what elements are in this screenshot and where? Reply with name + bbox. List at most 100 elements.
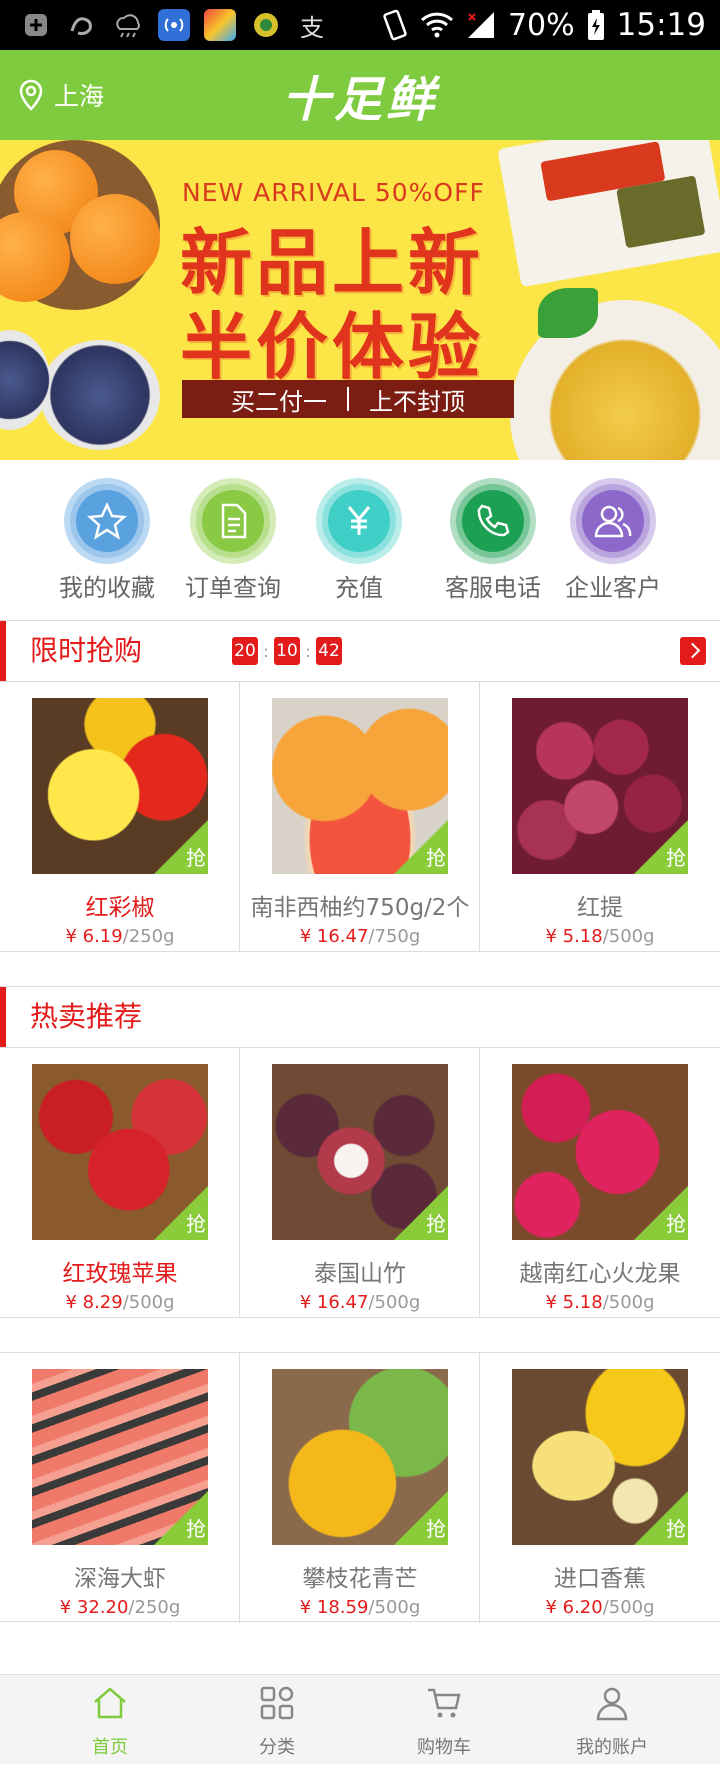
price-value: ¥ 16.47 [299, 1292, 369, 1313]
product-card[interactable]: 抢 南非西柚约750g/2个 ¥ 16.47/750g [240, 682, 480, 952]
product-image: 抢 [272, 698, 448, 874]
signal-icon [467, 12, 494, 38]
product-card[interactable]: 抢 红玫瑰苹果 ¥ 8.29/500g [0, 1048, 240, 1318]
hot-row: 抢 深海大虾 ¥ 32.20/250g 抢 攀枝花青芒 ¥ 18.59/500g… [0, 1352, 720, 1623]
product-card[interactable]: 抢 红提 ¥ 5.18/500g [480, 682, 720, 952]
product-card[interactable]: 抢 深海大虾 ¥ 32.20/250g [0, 1353, 240, 1623]
hot-title: 热卖推荐 [30, 1000, 143, 1033]
product-price: ¥ 6.20/500g [480, 1597, 720, 1618]
price-value: ¥ 8.29 [65, 1292, 123, 1313]
tab-cart[interactable]: 购物车 [354, 1675, 534, 1765]
product-name: 泰国山竹 [314, 1261, 406, 1287]
price-value: ¥ 6.19 [65, 926, 123, 947]
chevron-right-icon[interactable] [680, 637, 706, 665]
price-unit: /250g [128, 1597, 181, 1618]
product-card[interactable]: 抢 泰国山竹 ¥ 16.47/500g [240, 1048, 480, 1318]
flash-sale-row: 抢 红彩椒 ¥ 6.19/250g 抢 南非西柚约750g/2个 ¥ 16.47… [0, 682, 720, 952]
tab-home[interactable]: 首页 [20, 1675, 200, 1765]
price-unit: /500g [602, 1292, 655, 1313]
product-card[interactable]: 抢 越南红心火龙果 ¥ 5.18/500g [480, 1048, 720, 1318]
tab-account[interactable]: 我的账户 [522, 1675, 702, 1765]
clock: 15:19 [616, 7, 706, 43]
product-image: 抢 [512, 1369, 688, 1545]
users-icon [576, 484, 650, 558]
tab-label: 分类 [259, 1737, 295, 1758]
quick-nav-recharge[interactable]: 充值 [294, 484, 424, 603]
quick-nav-favorites[interactable]: 我的收藏 [42, 484, 172, 603]
product-card[interactable]: 抢 攀枝花青芒 ¥ 18.59/500g [240, 1353, 480, 1623]
location-selector[interactable]: 上海 [18, 50, 104, 140]
durian-box-image [497, 140, 720, 288]
flash-sale-title: 限时抢购 [30, 634, 143, 667]
grid-icon [260, 1686, 294, 1720]
product-name: 越南红心火龙果 [519, 1261, 681, 1287]
product-card[interactable]: 抢 进口香蕉 ¥ 6.20/500g [480, 1353, 720, 1623]
promo-banner[interactable]: NEW ARRIVAL 50%OFF 新品上新 半价体验 买二付一 上不封顶 [0, 140, 720, 460]
grab-badge-label: 抢 [666, 1517, 686, 1541]
vibrate-icon [383, 9, 407, 41]
grab-badge-label: 抢 [666, 1212, 686, 1236]
quick-nav-support-phone[interactable]: 客服电话 [428, 484, 558, 603]
section-accent-bar [0, 987, 6, 1047]
blueberry-bowl-image [0, 330, 50, 430]
tab-label: 购物车 [417, 1737, 471, 1758]
product-name: 攀枝花青芒 [302, 1566, 418, 1592]
home-icon [94, 1687, 126, 1719]
product-price: ¥ 16.47/500g [240, 1292, 480, 1313]
hot-header: 热卖推荐 [0, 986, 720, 1048]
banner-strip-right: 上不封顶 [369, 387, 465, 416]
app-header: 十足鲜 上海 [0, 50, 720, 140]
banner-strip-divider [347, 387, 349, 411]
product-price: ¥ 8.29/500g [0, 1292, 240, 1313]
status-bar: 支 70% 15:19 [0, 0, 720, 50]
grab-badge-label: 抢 [666, 846, 686, 870]
price-unit: /250g [122, 926, 175, 947]
tab-category[interactable]: 分类 [187, 1675, 367, 1765]
grab-badge-label: 抢 [426, 1517, 446, 1541]
tab-label: 我的账户 [576, 1737, 648, 1758]
add-icon [20, 9, 52, 41]
battery-icon [587, 10, 604, 40]
price-unit: /500g [602, 926, 655, 947]
orange-image [70, 194, 160, 284]
grab-badge-label: 抢 [186, 846, 206, 870]
product-card[interactable]: 抢 红彩椒 ¥ 6.19/250g [0, 682, 240, 952]
banner-strip-left: 买二付一 [231, 387, 327, 416]
user-icon [596, 1687, 628, 1721]
product-price: ¥ 16.47/750g [240, 926, 480, 947]
app-icon [204, 9, 236, 41]
document-icon [196, 484, 270, 558]
quick-nav-orders[interactable]: 订单查询 [168, 484, 298, 603]
grab-badge-label: 抢 [186, 1517, 206, 1541]
section-accent-bar [0, 621, 6, 681]
product-name: 红彩椒 [85, 895, 155, 921]
price-value: ¥ 6.20 [545, 1597, 603, 1618]
quick-nav-label: 企业客户 [565, 574, 661, 602]
quick-nav-label: 我的收藏 [59, 574, 155, 602]
product-price: ¥ 5.18/500g [480, 1292, 720, 1313]
banner-title-line2: 半价体验 [180, 305, 485, 389]
grab-badge-label: 抢 [186, 1212, 206, 1236]
product-image: 抢 [272, 1064, 448, 1240]
banner-subtitle: NEW ARRIVAL 50%OFF [182, 178, 485, 207]
quick-nav-label: 客服电话 [445, 574, 541, 602]
product-price: ¥ 5.18/500g [480, 926, 720, 947]
price-unit: /500g [368, 1292, 421, 1313]
phone-icon [456, 484, 530, 558]
product-name: 南非西柚约750g/2个 [250, 895, 470, 921]
alipay-icon: 支 [300, 13, 324, 42]
countdown-separator: : [263, 641, 269, 661]
blueberry-bowl-image [40, 340, 160, 450]
price-unit: /500g [368, 1597, 421, 1618]
countdown-separator: : [305, 641, 311, 661]
brand-logo: 十足鲜 [281, 72, 438, 128]
price-value: ¥ 16.47 [299, 926, 369, 947]
weather-icon [112, 9, 144, 41]
battery-percent: 70% [507, 7, 575, 43]
price-value: ¥ 18.59 [299, 1597, 369, 1618]
tab-label: 首页 [92, 1737, 128, 1758]
price-unit: /500g [122, 1292, 175, 1313]
star-icon [70, 484, 144, 558]
price-unit: /750g [368, 926, 421, 947]
quick-nav-enterprise[interactable]: 企业客户 [548, 484, 678, 603]
